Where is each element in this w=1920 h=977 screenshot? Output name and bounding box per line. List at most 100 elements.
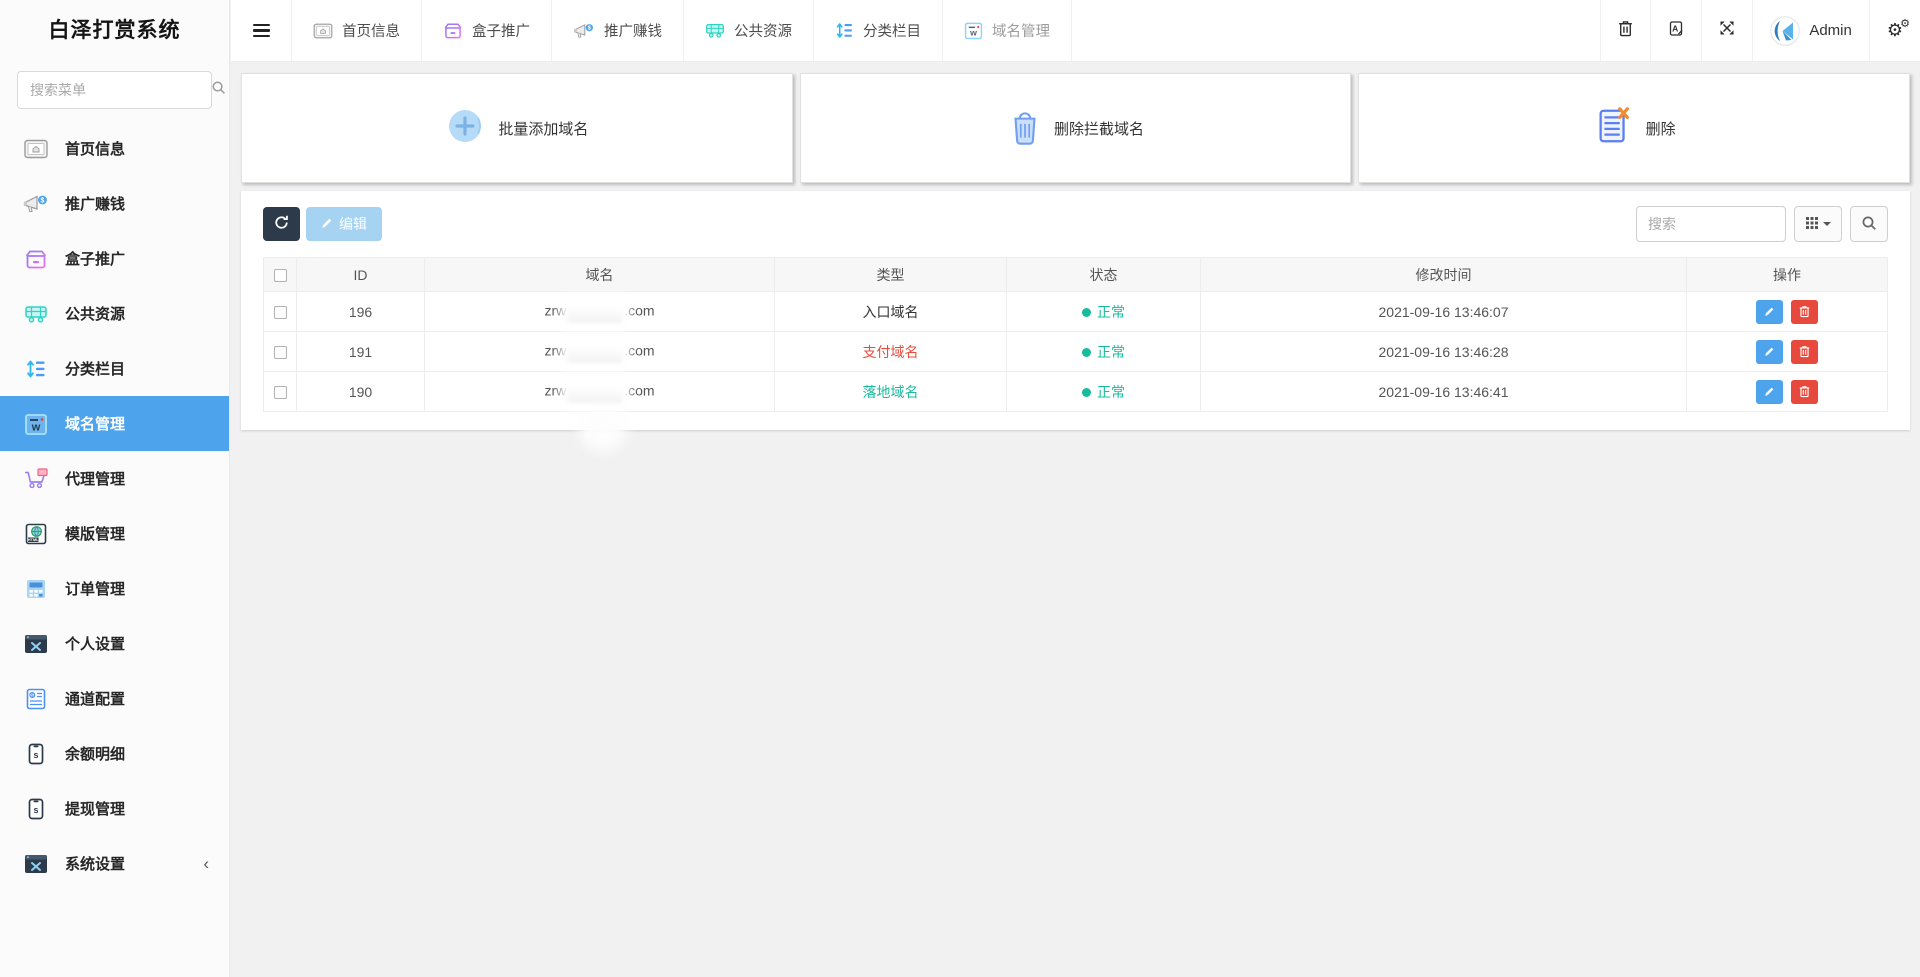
tab-category-column[interactable]: 分类栏目 <box>814 0 943 61</box>
columns-toggle-button[interactable] <box>1794 206 1842 242</box>
cell-actions <box>1687 372 1888 412</box>
sidebar-item-label: 公共资源 <box>65 303 125 324</box>
gears-icon: ⚙⚙ <box>1887 22 1903 40</box>
row-edit-button[interactable] <box>1756 380 1783 404</box>
status-dot-icon <box>1082 348 1091 357</box>
row-checkbox[interactable] <box>274 306 287 319</box>
delete-card[interactable]: 删除 <box>1358 73 1910 183</box>
sidebar-item-withdraw-manage[interactable]: s 提现管理 <box>0 781 229 836</box>
document-x-icon <box>1593 105 1635 151</box>
collapse-chevron-icon[interactable]: ‹ <box>203 854 209 874</box>
cell-id: 191 <box>297 332 425 372</box>
cell-domain: zrw.com <box>425 292 775 332</box>
sidebar-item-order-manage[interactable]: 订单管理 <box>0 561 229 616</box>
domain-table: ID 域名 类型 状态 修改时间 操作 196 zrw.com 入口域名 正常 … <box>263 257 1888 412</box>
user-menu[interactable]: Admin <box>1752 0 1869 61</box>
sidebar-item-template-manage[interactable]: HTML 模版管理 <box>0 506 229 561</box>
system-settings-icon <box>23 851 49 877</box>
tab-home-info[interactable]: 首页信息 <box>291 0 422 61</box>
sidebar-item-label: 推广赚钱 <box>65 193 125 214</box>
sidebar-item-label: 域名管理 <box>65 413 125 434</box>
search-icon <box>211 80 226 100</box>
tab-label: 首页信息 <box>342 20 400 41</box>
translate-button[interactable]: A <box>1650 0 1701 61</box>
edit-button[interactable]: 编辑 <box>306 207 382 241</box>
row-edit-button[interactable] <box>1756 300 1783 324</box>
order-manage-icon <box>23 576 49 602</box>
username: Admin <box>1809 22 1852 39</box>
sidebar-item-profile-settings[interactable]: 个人设置 <box>0 616 229 671</box>
table-row: 190 zrw.com 落地域名 正常 2021-09-16 13:46:41 <box>264 372 1888 412</box>
tab-box-promote[interactable]: 盒子推广 <box>422 0 552 61</box>
table-search-button[interactable] <box>1850 206 1888 242</box>
domain-prefix: zrw <box>544 382 566 398</box>
cell-type: 支付域名 <box>775 332 1007 372</box>
fullscreen-button[interactable] <box>1701 0 1752 61</box>
svg-text:$: $ <box>41 197 45 204</box>
tab-label: 推广赚钱 <box>604 20 662 41</box>
row-delete-button[interactable] <box>1791 300 1818 324</box>
row-delete-button[interactable] <box>1791 340 1818 364</box>
table-row: 191 zrw.com 支付域名 正常 2021-09-16 13:46:28 <box>264 332 1888 372</box>
sidebar-item-channel-config[interactable]: $ 通道配置 <box>0 671 229 726</box>
sidebar-item-promote-earn[interactable]: $ 推广赚钱 <box>0 176 229 231</box>
menu-toggle-icon[interactable] <box>231 0 291 61</box>
redacted-domain-blur <box>567 341 623 363</box>
select-all-checkbox[interactable] <box>274 269 287 282</box>
trash-blue-icon <box>1007 106 1043 150</box>
promote-earn-icon: $ <box>573 22 595 40</box>
cell-status: 正常 <box>1007 332 1201 372</box>
edit-button-label: 编辑 <box>339 214 367 234</box>
sidebar-item-agent-manage[interactable]: 代理管理 <box>0 451 229 506</box>
caret-down-icon <box>1823 222 1831 226</box>
action-cards: 批量添加域名 删除拦截域名 删除 <box>231 62 1920 191</box>
column-header-type: 类型 <box>775 258 1007 292</box>
pencil-icon <box>321 216 333 232</box>
row-checkbox[interactable] <box>274 346 287 359</box>
row-edit-button[interactable] <box>1756 340 1783 364</box>
cell-type: 落地域名 <box>775 372 1007 412</box>
home-info-icon <box>313 23 333 39</box>
tab-promote-earn[interactable]: $ 推广赚钱 <box>552 0 684 61</box>
clear-cache-button[interactable] <box>1600 0 1650 61</box>
tab-public-resource[interactable]: 公共资源 <box>684 0 814 61</box>
redacted-domain-blur <box>567 381 623 403</box>
sidebar-item-label: 模版管理 <box>65 523 125 544</box>
column-header-domain: 域名 <box>425 258 775 292</box>
settings-button[interactable]: ⚙⚙ <box>1869 0 1920 61</box>
withdraw-manage-icon: s <box>23 796 49 822</box>
row-delete-button[interactable] <box>1791 380 1818 404</box>
tab-domain-manage[interactable]: w 域名管理 <box>943 0 1072 61</box>
sidebar-search-input[interactable] <box>30 82 211 98</box>
table-search-input[interactable] <box>1636 206 1786 242</box>
tab-label: 盒子推广 <box>472 20 530 41</box>
home-info-icon <box>23 136 49 162</box>
table-row: 196 zrw.com 入口域名 正常 2021-09-16 13:46:07 <box>264 292 1888 332</box>
refresh-button[interactable] <box>263 207 300 241</box>
sidebar-item-domain-manage[interactable]: w 域名管理 <box>0 396 229 451</box>
sidebar-item-label: 系统设置 <box>65 853 125 874</box>
sidebar-item-public-resource[interactable]: 公共资源 <box>0 286 229 341</box>
sidebar-item-system-settings[interactable]: 系统设置 ‹ <box>0 836 229 891</box>
app-title: 白泽打赏系统 <box>0 0 229 62</box>
table-panel: 编辑 <box>241 191 1910 430</box>
sidebar-item-label: 代理管理 <box>65 468 125 489</box>
sidebar-item-balance-detail[interactable]: s 余额明细 <box>0 726 229 781</box>
balance-detail-icon: s <box>23 741 49 767</box>
delete-intercepted-domain-card[interactable]: 删除拦截域名 <box>800 73 1352 183</box>
sidebar-item-box-promote[interactable]: 盒子推广 <box>0 231 229 286</box>
tab-label: 分类栏目 <box>863 20 921 41</box>
category-column-icon <box>835 21 854 40</box>
blur-artifact <box>579 410 627 452</box>
cell-domain: zrw.com <box>425 332 775 372</box>
cell-id: 196 <box>297 292 425 332</box>
cell-actions <box>1687 332 1888 372</box>
sidebar-search-box[interactable] <box>17 71 212 109</box>
public-resource-icon <box>705 22 725 39</box>
sidebar-item-home-info[interactable]: 首页信息 <box>0 121 229 176</box>
batch-add-domain-card[interactable]: 批量添加域名 <box>241 73 793 183</box>
cell-domain: zrw.com <box>425 372 775 412</box>
svg-text:s: s <box>33 805 38 815</box>
row-checkbox[interactable] <box>274 386 287 399</box>
sidebar-item-category-column[interactable]: 分类栏目 <box>0 341 229 396</box>
